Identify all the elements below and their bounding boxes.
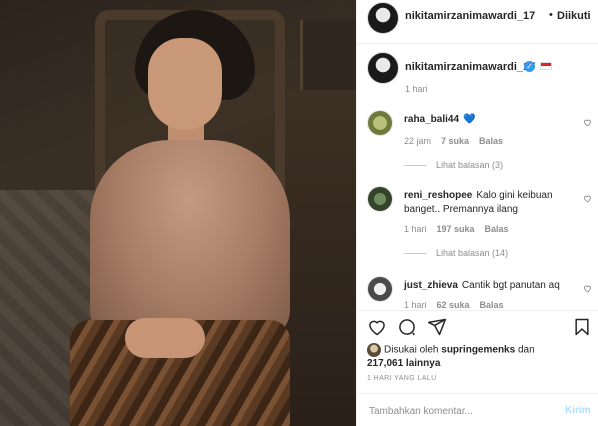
comment-meta: 22 jam 7 suka Balas [404, 136, 513, 146]
reply-button[interactable]: Balas [480, 300, 504, 310]
comment-time[interactable]: 22 jam [404, 136, 431, 146]
caption-avatar[interactable] [367, 52, 399, 84]
likes-count[interactable]: 217,061 lainnya [367, 358, 440, 369]
likes-prefix: Disukai oleh [384, 344, 439, 356]
comment-like-heart-icon[interactable] [583, 118, 592, 127]
view-replies-button[interactable]: Lihat balasan (3) [404, 160, 503, 170]
comment-time[interactable]: 1 hari [404, 300, 427, 310]
following-button[interactable]: Diikuti [557, 10, 591, 22]
commenter-avatar[interactable] [367, 276, 393, 302]
caption-time: 1 hari [405, 84, 428, 94]
face [148, 38, 222, 130]
comment-body: 💙 [463, 114, 476, 125]
comment-time[interactable]: 1 hari [404, 224, 427, 234]
header-separator: • [549, 9, 553, 21]
post-photo[interactable] [0, 0, 356, 426]
author-avatar[interactable] [367, 2, 399, 34]
indonesia-flag-icon [540, 62, 552, 70]
send-icon[interactable] [427, 317, 449, 339]
comment-composer: Kirim [357, 393, 598, 426]
post-actions-bar [357, 310, 598, 342]
commenter-username[interactable]: just_zhieva [404, 280, 458, 291]
likes-summary: Disukai oleh supringemenks dan 217,061 l… [367, 343, 592, 370]
instagram-post: nikitamirzanimawardi_17 • Diikuti nikita… [0, 0, 598, 426]
view-replies-button[interactable]: Lihat balasan (14) [404, 248, 508, 258]
comment-likes[interactable]: 7 suka [441, 136, 469, 146]
post-side-panel: nikitamirzanimawardi_17 • Diikuti nikita… [356, 0, 598, 426]
comment-like-heart-icon[interactable] [583, 284, 592, 293]
comment-icon[interactable] [397, 317, 419, 339]
commenter-username[interactable]: raha_bali44 [404, 114, 459, 125]
comment-input[interactable] [369, 403, 539, 419]
reply-button[interactable]: Balas [479, 136, 503, 146]
verified-badge-icon: ✓ [524, 61, 535, 72]
comment-likes[interactable]: 62 suka [437, 300, 470, 310]
comment-text: reni_reshopee Kalo gini keibuan banget.. … [404, 189, 579, 217]
liker-avatar[interactable] [367, 343, 381, 357]
comment-meta: 1 hari 62 suka Balas [404, 300, 514, 310]
reply-button[interactable]: Balas [485, 224, 509, 234]
post-header: nikitamirzanimawardi_17 • Diikuti [357, 0, 598, 44]
liker-username[interactable]: supringemenks [441, 345, 515, 356]
comment-text: just_zhieva Cantik bgt panutan aq [404, 279, 579, 293]
comments-scroll-area[interactable]: nikitamirzanimawardi_17 ✓ 1 hari raha_ba… [357, 44, 598, 310]
commenter-avatar[interactable] [367, 110, 393, 136]
comment-text: raha_bali44 💙 [404, 113, 579, 127]
comment-like-heart-icon[interactable] [583, 194, 592, 203]
heart-icon[interactable] [367, 317, 389, 339]
post-timestamp[interactable]: 1 HARI YANG LALU [367, 375, 437, 382]
post-comment-button[interactable]: Kirim [565, 405, 591, 416]
caption-username[interactable]: nikitamirzanimawardi_17 [405, 61, 535, 73]
bookmark-icon[interactable] [572, 317, 594, 339]
likes-connector: dan [517, 344, 535, 356]
comment-meta: 1 hari 197 suka Balas [404, 224, 519, 234]
commenter-avatar[interactable] [367, 186, 393, 212]
kebaya-top [90, 140, 290, 340]
comment-likes[interactable]: 197 suka [437, 224, 475, 234]
author-username[interactable]: nikitamirzanimawardi_17 [405, 10, 535, 22]
chair-arm [280, 90, 356, 426]
comment-body: Cantik bgt panutan aq [461, 280, 560, 291]
commenter-username[interactable]: reni_reshopee [404, 190, 472, 201]
hands [125, 318, 205, 358]
